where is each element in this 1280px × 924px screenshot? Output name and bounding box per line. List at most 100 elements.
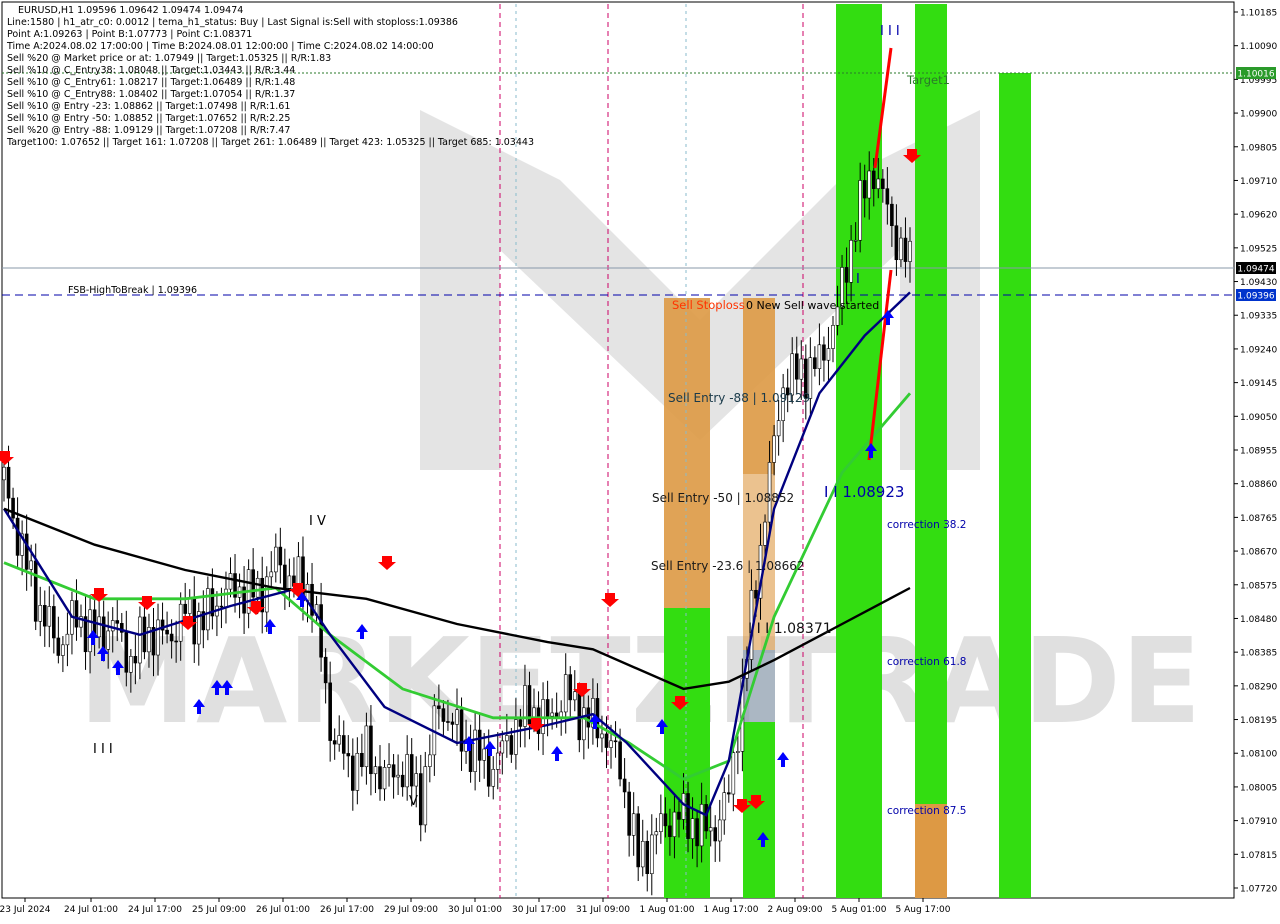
- candle-body: [115, 620, 120, 624]
- candle-body: [894, 225, 899, 261]
- price-axis[interactable]: 1.101851.100901.099951.099001.098051.097…: [1234, 9, 1277, 895]
- candle-body: [42, 605, 47, 627]
- y-tick-label: 1.09335: [1240, 312, 1277, 322]
- candle-body: [24, 533, 29, 570]
- candle-body: [523, 685, 527, 727]
- candle-body: [133, 656, 138, 664]
- candle-body: [477, 729, 482, 761]
- candle-body: [33, 560, 38, 622]
- sell-entry-50-label: Sell Entry -50 | 1.08852: [652, 491, 794, 505]
- candle-body: [174, 640, 178, 643]
- new-sell-wave-label: 0 New Sell wave started: [746, 299, 879, 312]
- candle-body: [355, 752, 360, 791]
- candle-body: [677, 811, 681, 820]
- x-tick-label: 30 Jul 01:00: [448, 905, 502, 915]
- x-tick-label: 26 Jul 01:00: [256, 905, 310, 915]
- y-tick-label: 1.08100: [1240, 750, 1277, 760]
- candle-body: [101, 616, 106, 650]
- info-line: Sell %10 @ Entry -23: 1.08862 || Target:…: [7, 101, 290, 112]
- candle-body: [2, 466, 6, 481]
- candle-body: [165, 629, 169, 635]
- zone-green-1: [664, 608, 710, 898]
- candle-body: [817, 344, 822, 369]
- candle-body: [47, 606, 52, 627]
- candle-body: [455, 709, 459, 725]
- x-tick-label: 31 Jul 09:00: [576, 905, 630, 915]
- candle-body: [278, 546, 283, 566]
- candle-body: [56, 637, 61, 656]
- candle-body: [799, 358, 804, 380]
- candle-body: [649, 834, 654, 875]
- candle-body: [822, 344, 826, 361]
- fsb-price-tag-label: 1.09396: [1237, 292, 1274, 302]
- y-tick-label: 1.08860: [1240, 480, 1277, 490]
- candle-body: [88, 609, 92, 653]
- candle-body: [228, 573, 233, 590]
- candle-body: [169, 633, 174, 642]
- candle-body: [686, 793, 690, 839]
- candle-body: [405, 754, 409, 788]
- candle-body: [437, 705, 441, 709]
- candle-body: [704, 804, 708, 832]
- candle-body: [876, 178, 881, 189]
- zone-green-4: [915, 4, 947, 804]
- candle-body: [491, 769, 496, 787]
- candle-body: [853, 239, 858, 242]
- candle-body: [396, 774, 400, 778]
- wave-v-label: V: [409, 794, 418, 809]
- candle-body: [337, 735, 342, 745]
- zone-orange-4: [915, 804, 947, 898]
- x-tick-label: 5 Aug 01:00: [832, 905, 887, 915]
- candle-body: [473, 729, 477, 772]
- current-price-tag-label: 1.09474: [1237, 265, 1274, 275]
- candle-body: [373, 766, 378, 775]
- x-tick-label: 5 Aug 17:00: [896, 905, 951, 915]
- candle-body: [6, 466, 11, 499]
- candle-body: [400, 774, 405, 788]
- sell-entry-88-label: Sell Entry -88 | 1.09129: [668, 391, 810, 405]
- candle-body: [568, 674, 573, 701]
- y-tick-label: 1.08575: [1240, 581, 1277, 591]
- price-chart[interactable]: MARKETZITRADE EURUSD,H1 1.09596 1.09642 …: [0, 0, 1280, 920]
- candle-body: [260, 577, 265, 613]
- x-tick-label: 24 Jul 01:00: [64, 905, 118, 915]
- y-tick-label: 1.08385: [1240, 649, 1277, 659]
- candle-body: [899, 237, 903, 261]
- info-line: Time A:2024.08.02 17:00:00 | Time B:2024…: [6, 41, 434, 52]
- candle-body: [763, 521, 767, 546]
- wave-top-label: I I I: [880, 24, 900, 39]
- candle-body: [881, 178, 885, 189]
- candle-body: [831, 325, 835, 349]
- candle-body: [627, 791, 631, 836]
- candle-body: [600, 733, 604, 739]
- symbol-line: EURUSD,H1 1.09596 1.09642 1.09474 1.0947…: [18, 5, 243, 16]
- time-axis[interactable]: 23 Jul 2024 24 Jul 01:00 24 Jul 17:00 25 Ju…: [0, 898, 951, 915]
- candle-body: [844, 267, 849, 283]
- y-tick-label: 1.07815: [1240, 851, 1277, 861]
- fsb-label: FSB-HighToBreak | 1.09396: [68, 285, 197, 296]
- chart-window[interactable]: MARKETZITRADE EURUSD,H1 1.09596 1.09642 …: [0, 0, 1280, 920]
- correction-618-label: correction 61.8: [887, 656, 966, 668]
- point-c-label: I I I 1.08371: [748, 621, 832, 637]
- candle-body: [550, 712, 554, 717]
- candle-body: [699, 804, 704, 847]
- target-price-tag-label: 1.10016: [1237, 70, 1274, 80]
- y-tick-label: 1.07720: [1240, 885, 1277, 895]
- zone-green-5: [999, 73, 1031, 898]
- candle-body: [518, 719, 523, 727]
- candle-body: [722, 792, 727, 821]
- candle-body: [772, 435, 776, 463]
- y-tick-label: 1.08195: [1240, 716, 1277, 726]
- x-tick-label: 26 Jul 17:00: [320, 905, 374, 915]
- candle-body: [713, 827, 718, 842]
- candle-body: [74, 600, 79, 628]
- candle-body: [545, 699, 550, 717]
- candle-body: [428, 754, 432, 767]
- candle-body: [11, 497, 15, 519]
- x-tick-label: 25 Jul 09:00: [192, 905, 246, 915]
- candle-body: [636, 813, 641, 868]
- y-tick-label: 1.09620: [1240, 211, 1277, 221]
- info-line: Sell %20 @ Market price or at: 1.07949 |…: [7, 53, 331, 64]
- zone-green-2: [743, 722, 775, 898]
- info-line: Target100: 1.07652 || Target 161: 1.0720…: [6, 137, 534, 148]
